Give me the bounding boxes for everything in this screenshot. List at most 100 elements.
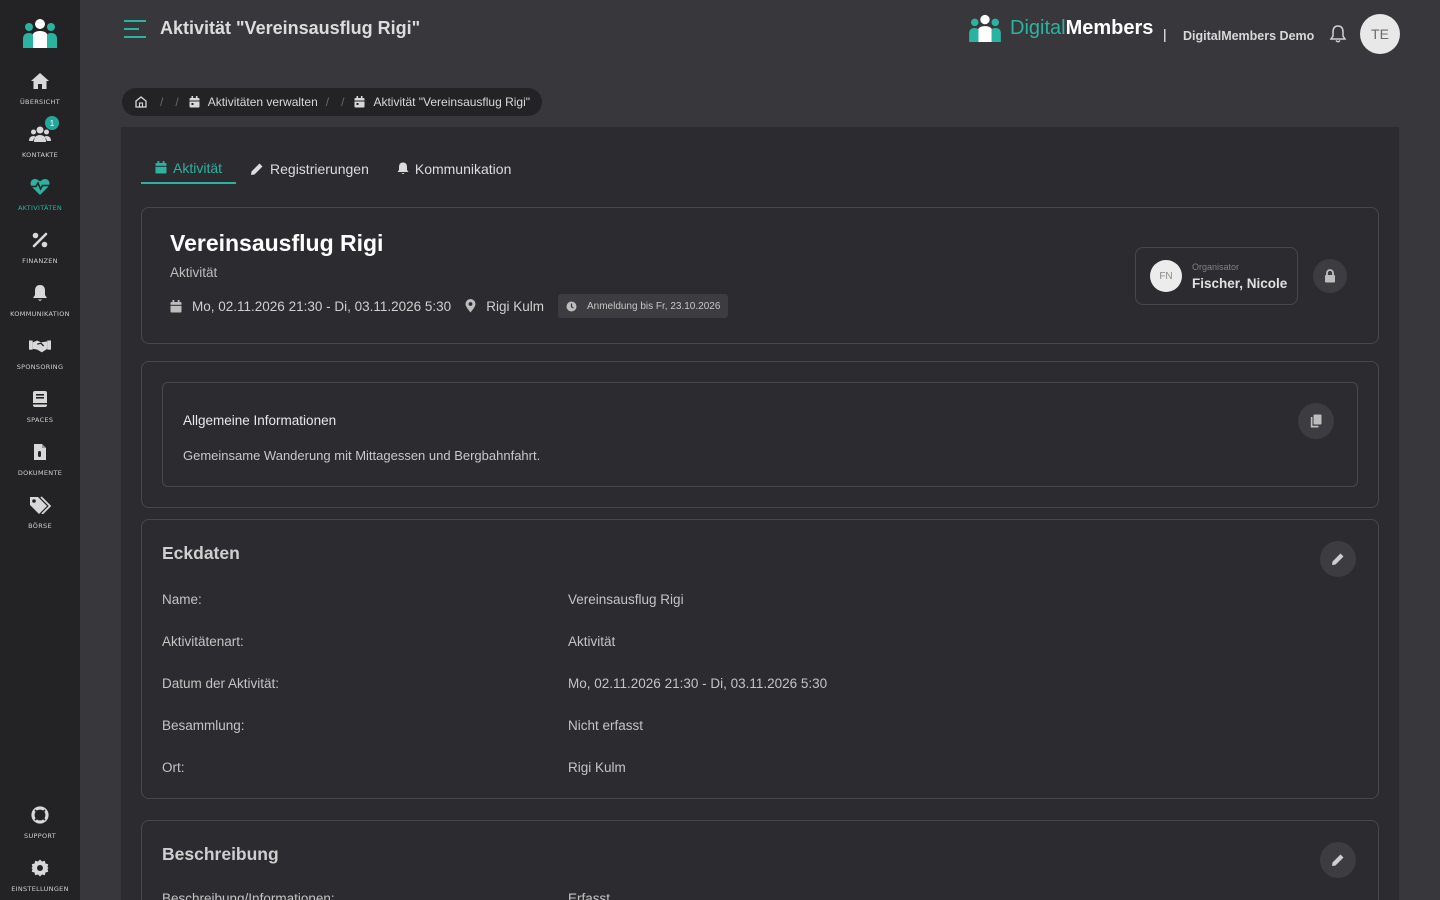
- bell-icon: [29, 282, 51, 304]
- copy-button[interactable]: [1298, 403, 1334, 439]
- brand-logo-icon: [969, 14, 1001, 42]
- key-data-card: Eckdaten Name: Vereinsausflug Rigi Aktiv…: [141, 519, 1379, 799]
- organization-name[interactable]: DigitalMembers Demo: [1183, 29, 1314, 43]
- handshake-icon: [29, 335, 51, 357]
- pencil-icon: [1332, 854, 1344, 866]
- key-data-label: Besammlung:: [162, 718, 245, 733]
- sidebar-item-label: Übersicht: [20, 98, 60, 106]
- organizer-info: Organisator Fischer, Nicole: [1192, 262, 1287, 291]
- lifebuoy-icon: [29, 804, 51, 826]
- edit-key-data-button[interactable]: [1320, 541, 1356, 577]
- lock-button[interactable]: [1313, 259, 1347, 293]
- tab-label: Aktivität: [173, 159, 223, 176]
- tab-aktivitaet[interactable]: Aktivität: [141, 153, 237, 184]
- tab-bar: Aktivität Registrierungen Kommunikation: [141, 153, 525, 184]
- organizer-name: Fischer, Nicole: [1192, 275, 1288, 291]
- registration-deadline-badge: Anmeldung bis Fr, 23.10.2026: [557, 294, 729, 318]
- breadcrumb-home[interactable]: [134, 95, 148, 109]
- breadcrumb-item-activities[interactable]: Aktivitäten verwalten: [189, 95, 318, 109]
- sidebar-item-spaces[interactable]: Spaces: [0, 388, 80, 438]
- home-icon: [29, 70, 51, 92]
- general-info-text: Gemeinsame Wanderung mit Mittagessen und…: [183, 448, 541, 463]
- key-data-value: Mo, 02.11.2026 21:30 - Di, 03.11.2026 5:…: [568, 676, 828, 691]
- breadcrumb-item-current: Aktivität "Vereinsausflug Rigi": [354, 95, 530, 109]
- pencil-icon: [251, 163, 263, 175]
- sidebar-item-finanzen[interactable]: Finanzen: [0, 229, 80, 279]
- tab-kommunikation[interactable]: Kommunikation: [383, 153, 526, 184]
- sidebar-item-einstellungen[interactable]: Einstellungen: [0, 857, 80, 900]
- breadcrumb-separator: /: [341, 95, 345, 109]
- percent-icon: [29, 229, 51, 251]
- key-data-label: Ort:: [162, 760, 185, 775]
- book-icon: [29, 388, 51, 410]
- sidebar-item-kontakte[interactable]: 1 Kontakte: [0, 116, 80, 173]
- sidebar-item-uebersicht[interactable]: Übersicht: [0, 70, 80, 120]
- brand-name-part1: Digital: [1010, 16, 1066, 39]
- key-data-label: Name:: [162, 592, 202, 607]
- notification-badge: 1: [45, 116, 59, 130]
- sidebar-item-aktivitaeten[interactable]: Aktivitäten: [0, 176, 80, 226]
- activity-date-text: Mo, 02.11.2026 21:30 - Di, 03.11.2026 5:…: [192, 298, 452, 314]
- sidebar-item-boerse[interactable]: Börse: [0, 494, 80, 544]
- general-info-panel: Allgemeine Informationen Gemeinsame Wand…: [162, 382, 1358, 487]
- notifications-button[interactable]: [1328, 24, 1348, 44]
- tab-registrierungen[interactable]: Registrierungen: [236, 153, 383, 184]
- registration-deadline-text: Anmeldung bis Fr, 23.10.2026: [586, 300, 721, 312]
- key-data-value: Nicht erfasst: [568, 718, 644, 733]
- sidebar-item-label: Spaces: [26, 416, 54, 424]
- activity-meta: Mo, 02.11.2026 21:30 - Di, 03.11.2026 5:…: [170, 294, 729, 318]
- calendar-icon: [354, 96, 365, 108]
- brand-logo[interactable]: DigitalMembers: [967, 14, 1153, 42]
- calendar-icon: [170, 299, 182, 312]
- user-avatar[interactable]: TE: [1360, 14, 1400, 54]
- lock-icon: [1325, 269, 1335, 283]
- users-icon: 1: [29, 116, 59, 145]
- activity-location: Rigi Kulm: [465, 299, 544, 314]
- sidebar-item-label: Dokumente: [17, 469, 63, 477]
- gear-icon: [29, 857, 51, 879]
- activity-type: Aktivität: [170, 265, 218, 280]
- organizer-box[interactable]: FN Organisator Fischer, Nicole: [1135, 247, 1298, 305]
- calendar-icon: [155, 161, 167, 174]
- clock-icon: [566, 301, 577, 311]
- sidebar-item-label: Support: [24, 832, 56, 840]
- sidebar-item-dokumente[interactable]: Dokumente: [0, 441, 80, 491]
- activity-date: Mo, 02.11.2026 21:30 - Di, 03.11.2026 5:…: [170, 299, 451, 314]
- activity-location-text: Rigi Kulm: [486, 298, 544, 314]
- sidebar-item-label: Kontakte: [21, 151, 59, 159]
- copy-icon: [1310, 414, 1322, 428]
- sidebar-item-kommunikation[interactable]: Kommunikation: [0, 282, 80, 332]
- key-data-label: Datum der Aktivität:: [162, 676, 280, 691]
- bell-icon: [397, 162, 409, 174]
- activity-header-card: Vereinsausflug Rigi Aktivität Mo, 02.11.…: [141, 207, 1379, 344]
- general-info-title: Allgemeine Informationen: [183, 413, 337, 428]
- tab-label: Kommunikation: [414, 160, 512, 177]
- home-outline-icon: [135, 96, 147, 108]
- brand-name: DigitalMembers: [1010, 17, 1153, 40]
- sidebar-item-support[interactable]: Support: [0, 804, 80, 854]
- menu-toggle-button[interactable]: [124, 19, 146, 39]
- sidebar-item-sponsoring[interactable]: Sponsoring: [0, 335, 80, 385]
- breadcrumb: / / Aktivitäten verwalten / / Aktivität …: [122, 88, 543, 116]
- description-card: Beschreibung Beschreibung/Informationen:…: [141, 820, 1379, 900]
- breadcrumb-label: Aktivität "Vereinsausflug Rigi": [373, 95, 531, 109]
- edit-description-button[interactable]: [1320, 842, 1356, 878]
- description-label: Beschreibung/Informationen:: [162, 891, 335, 900]
- breadcrumb-separator: /: [175, 95, 179, 109]
- description-title: Beschreibung: [162, 844, 279, 864]
- description-value: Erfasst: [568, 891, 611, 900]
- bell-outline-icon: [1329, 25, 1347, 43]
- key-data-value: Aktivität: [568, 634, 616, 649]
- map-marker-icon: [465, 299, 476, 313]
- breadcrumb-separator: /: [160, 95, 164, 109]
- activity-title: Vereinsausflug Rigi: [170, 230, 384, 256]
- tags-icon: [29, 494, 51, 516]
- pencil-icon: [1332, 553, 1344, 565]
- heartbeat-icon: [29, 176, 51, 198]
- app-logo-icon[interactable]: [22, 18, 58, 48]
- key-data-title: Eckdaten: [162, 543, 240, 563]
- sidebar-item-label: Börse: [28, 522, 52, 530]
- menu-icon: [124, 20, 146, 38]
- organizer-avatar: FN: [1150, 260, 1182, 292]
- key-data-value: Vereinsausflug Rigi: [568, 592, 684, 607]
